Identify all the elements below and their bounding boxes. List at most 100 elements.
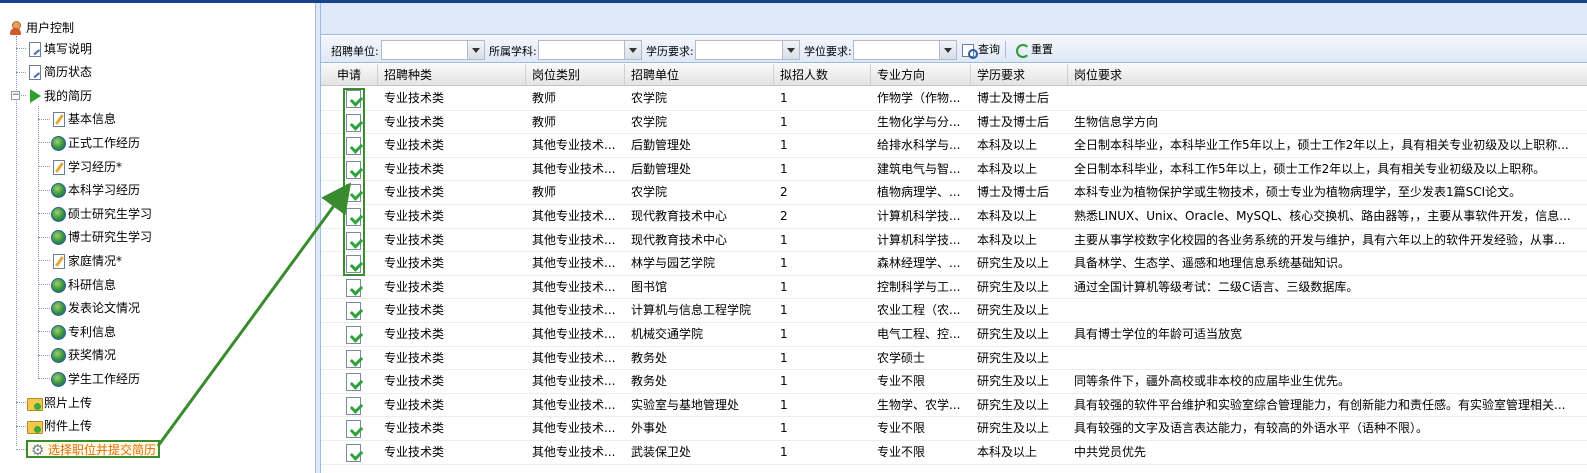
tree-node-label: 选择职位并提交简历: [48, 442, 157, 457]
globe-icon: [50, 324, 66, 340]
education-filter-select[interactable]: [695, 40, 800, 60]
apply-icon[interactable]: [345, 349, 362, 368]
table-cell: 本科及以上: [977, 445, 1038, 459]
tree-node-label: 学生工作经历: [68, 371, 141, 386]
tree-bottom-item-1[interactable]: 附件上传: [26, 415, 92, 437]
tree-connector: [38, 189, 50, 191]
reset-button[interactable]: 重置: [1015, 41, 1053, 59]
chevron-down-icon[interactable]: [624, 41, 641, 59]
tree-connector: [38, 331, 50, 333]
degree-filter-label: 学位要求:: [804, 45, 852, 58]
column-header[interactable]: 拟招人数: [774, 64, 871, 86]
table-row[interactable]: 专业技术类 其他专业技术... 实验室与基地管理处 1 生物学、农学... 研究生及以上 具…: [321, 394, 1587, 418]
tree-item-1[interactable]: 简历状态: [26, 61, 92, 83]
table-row[interactable]: 专业技术类 其他专业技术... 武装保卫处 1 专业不限 本科及以上 中共党员优先: [321, 441, 1587, 465]
globe-icon: [50, 277, 66, 293]
apply-icon[interactable]: [345, 302, 362, 321]
subject-filter-select[interactable]: [538, 40, 642, 60]
tree-connector: [38, 142, 50, 144]
tree-node-label: 发表论文情况: [68, 301, 141, 316]
table-row[interactable]: 专业技术类 其他专业技术... 教务处 1 农学硕士 研究生及以上: [321, 347, 1587, 371]
tree-item-2[interactable]: 我的简历: [26, 84, 92, 106]
gear-icon: [30, 439, 46, 461]
chevron-down-icon[interactable]: [467, 41, 484, 59]
table-cell: 具有较强的文字及语言表达能力，有较高的外语水平（语种不限）。: [1074, 421, 1429, 436]
tree-node-label: 学习经历*: [68, 159, 123, 174]
apply-icon[interactable]: [345, 278, 362, 297]
table-cell: 1: [780, 374, 788, 389]
apply-icon[interactable]: [345, 444, 362, 462]
table-cell: 具有博士学位的年龄可适当放宽: [1074, 327, 1243, 341]
column-header[interactable]: 申请: [321, 64, 378, 86]
table-cell: 研究生及以上: [977, 256, 1050, 271]
table-row[interactable]: 专业技术类 其他专业技术... 后勤管理处 1 给排水科学与... 本科及以上 全日制本科毕…: [321, 134, 1587, 158]
table-cell: 专业不限: [877, 445, 926, 459]
tree-resume-item-11[interactable]: 学生工作经历: [50, 367, 140, 389]
tree-resume-item-4[interactable]: 硕士研究生学习: [50, 202, 152, 224]
tree-connector: [38, 354, 50, 356]
tree-connector: [38, 105, 39, 379]
table-row[interactable]: 专业技术类 其他专业技术... 计算机与信息工程学院 1 农业工程（农... 研究生及以上: [321, 299, 1587, 323]
table-cell: 博士及博士后: [977, 114, 1050, 129]
table-cell: 专业技术类: [384, 421, 445, 436]
table-row[interactable]: 专业技术类 教师 农学院 1 作物学（作物... 博士及博士后: [321, 87, 1587, 111]
table-cell: 研究生及以上: [977, 303, 1050, 318]
apply-icon[interactable]: [345, 326, 362, 344]
tree-connector: [38, 118, 50, 120]
tree-connector: [38, 236, 50, 238]
table-row[interactable]: 专业技术类 其他专业技术... 后勤管理处 1 建筑电气与智... 本科及以上 全日制本科毕…: [321, 158, 1587, 182]
tree-bottom-item-0[interactable]: 照片上传: [26, 391, 92, 413]
chevron-down-icon[interactable]: [782, 41, 799, 59]
tree-resume-item-8[interactable]: 发表论文情况: [50, 297, 140, 319]
tree-bottom-item-2[interactable]: 选择职位并提交简历: [26, 438, 161, 461]
table-cell: 研究生及以上: [977, 279, 1050, 294]
table-row[interactable]: 专业技术类 其他专业技术... 机械交通学院 1 电气工程、控... 研究生及以上 具有博士…: [321, 323, 1587, 347]
tree-resume-item-5[interactable]: 博士研究生学习: [50, 226, 152, 248]
panel-header: [321, 3, 1587, 35]
table-cell: 后勤管理处: [631, 161, 692, 176]
table-row[interactable]: 专业技术类 其他专业技术... 林学与园艺学院 1 森林经理学、... 研究生及以上 具备林…: [321, 252, 1587, 276]
column-header[interactable]: 专业方向: [871, 64, 971, 86]
table-row[interactable]: 专业技术类 教师 农学院 1 生物化学与分... 博士及博士后 生物信息学方向: [321, 111, 1587, 135]
table-row[interactable]: 专业技术类 其他专业技术... 现代教育技术中心 1 计算机科学技... 本科及以上 主要从…: [321, 229, 1587, 253]
query-button[interactable]: 查询: [962, 41, 1000, 59]
tree-resume-item-3[interactable]: 本科学习经历: [50, 179, 140, 201]
table-cell: [1068, 87, 1587, 110]
table-row[interactable]: 专业技术类 其他专业技术... 教务处 1 专业不限 研究生及以上 同等条件下，疆外高校或非…: [321, 370, 1587, 394]
tree-resume-item-10[interactable]: 获奖情况: [50, 344, 116, 366]
degree-filter-select[interactable]: [853, 40, 957, 60]
tree-resume-item-9[interactable]: 专利信息: [50, 320, 116, 342]
column-header[interactable]: 岗位要求: [1068, 64, 1587, 86]
tree-resume-item-0[interactable]: 基本信息: [50, 108, 116, 130]
table-row[interactable]: 专业技术类 其他专业技术... 图书馆 1 控制科学与工... 研究生及以上 通过全国计算机…: [321, 276, 1587, 300]
tree-resume-item-6[interactable]: 家庭情况*: [50, 249, 122, 271]
tree-connector: [16, 48, 26, 49]
tree-resume-item-1[interactable]: 正式工作经历: [50, 131, 140, 153]
apply-icon[interactable]: [345, 420, 362, 439]
column-header[interactable]: 学历要求: [971, 64, 1068, 86]
table-row[interactable]: 专业技术类 其他专业技术... 外事处 1 专业不限 研究生及以上 具有较强的文字及语言表达…: [321, 417, 1587, 441]
tree-item-0[interactable]: 填写说明: [26, 37, 92, 59]
apply-icon[interactable]: [345, 396, 362, 415]
column-header[interactable]: 岗位类别: [526, 64, 625, 86]
unit-filter-select[interactable]: [381, 40, 485, 60]
chevron-down-icon[interactable]: [939, 41, 956, 59]
tree-connector: [16, 402, 26, 403]
collapse-icon[interactable]: −: [11, 91, 20, 101]
table-cell: 其他专业技术...: [532, 350, 616, 365]
apply-icon[interactable]: [345, 373, 362, 392]
unit-filter-label: 招聘单位:: [331, 45, 379, 58]
table-cell: 专业技术类: [384, 209, 445, 223]
position-grid-panel: 招聘单位: 所属学科: 学历要求: 学位要求: 查询 重置 申请 招聘种类 岗位类别…: [320, 3, 1587, 473]
table-row[interactable]: 专业技术类 其他专业技术... 现代教育技术中心 2 计算机科学技... 本科及以上 熟悉L…: [321, 205, 1587, 229]
column-header[interactable]: 招聘单位: [625, 64, 774, 86]
table-cell: 全日制本科毕业，本科毕业工作5年以上，硕士工作2年以上，具有相关专业初级及以上职…: [1074, 138, 1569, 153]
table-cell: 农学院: [631, 114, 668, 129]
column-header[interactable]: 招聘种类: [378, 64, 526, 86]
tree-resume-item-2[interactable]: 学习经历*: [50, 155, 122, 177]
table-cell: 1: [780, 256, 788, 271]
table-row[interactable]: 专业技术类 教师 农学院 2 植物病理学、... 博士及博士后 本科专业为植物保护学或生物技…: [321, 181, 1587, 205]
tree-resume-item-7[interactable]: 科研信息: [50, 273, 116, 295]
tree-root-user-control[interactable]: 用户控制: [8, 16, 74, 38]
selected-node[interactable]: 选择职位并提交简历: [26, 439, 161, 461]
